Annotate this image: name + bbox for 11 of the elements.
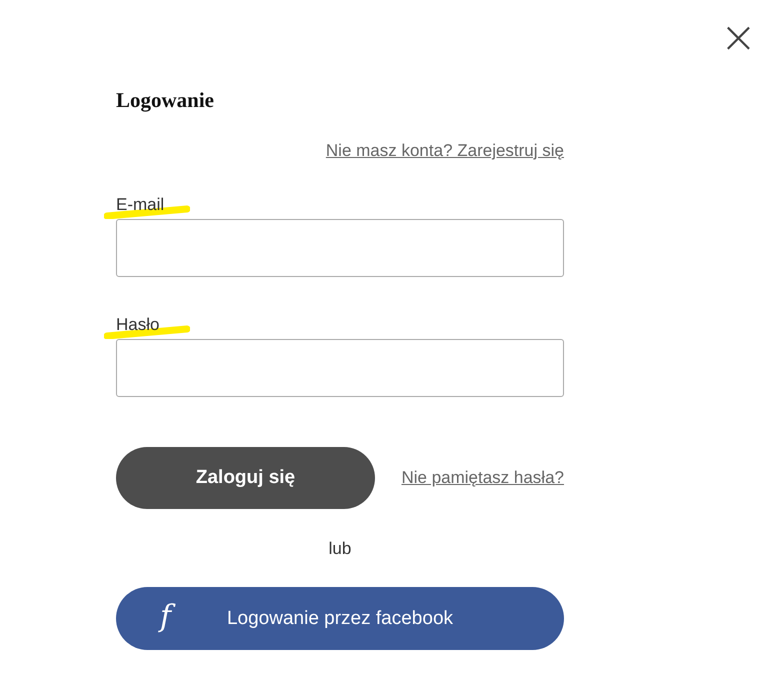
forgot-password-link[interactable]: Nie pamiętasz hasła? <box>401 468 564 488</box>
field-label: Hasło <box>116 315 160 334</box>
dialog-title: Logowanie <box>116 88 216 113</box>
field-label: E-mail <box>116 195 164 214</box>
register-link[interactable]: Nie masz konta? Zarejestruj się <box>326 141 564 161</box>
input-field[interactable] <box>116 219 564 277</box>
separator-text: lub <box>328 539 352 558</box>
login-button[interactable]: Zaloguj się <box>116 447 375 509</box>
close-button[interactable]: × <box>720 20 757 56</box>
input-field[interactable] <box>116 339 564 397</box>
facebook-login-button[interactable]: f Logowanie przez facebook <box>116 587 564 650</box>
